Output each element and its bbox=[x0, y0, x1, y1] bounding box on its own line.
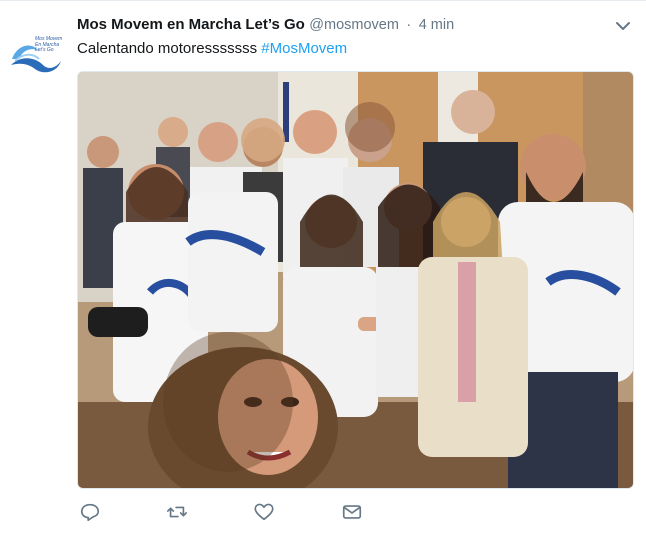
tweet-menu-button[interactable] bbox=[615, 19, 631, 31]
hashtag-link[interactable]: #MosMovem bbox=[261, 40, 347, 57]
separator-dot: · bbox=[406, 17, 412, 33]
direct-message-button[interactable] bbox=[341, 501, 365, 525]
tweet-text: Calentando motoresssssss #MosMovem bbox=[77, 40, 347, 57]
chevron-down-icon bbox=[616, 22, 630, 30]
timestamp[interactable]: 4 min bbox=[419, 17, 454, 33]
user-handle[interactable]: @mosmovem bbox=[309, 17, 399, 33]
retweet-icon bbox=[167, 506, 187, 518]
tweet-actions bbox=[77, 501, 557, 529]
tweet-header: Mos Movem en Marcha Let’s Go @mosmovem ·… bbox=[77, 16, 454, 38]
reply-button[interactable] bbox=[79, 501, 103, 525]
reply-icon bbox=[80, 503, 100, 522]
tweet-card[interactable]: Mos Movem En Marcha Let’s Go Mos Movem e… bbox=[0, 0, 646, 540]
profile-avatar[interactable]: Mos Movem En Marcha Let’s Go bbox=[9, 31, 63, 75]
tweet-body: Calentando motoresssssss bbox=[77, 40, 258, 57]
tweet-photo[interactable] bbox=[77, 71, 634, 489]
group-selfie-photo bbox=[78, 72, 633, 488]
display-name[interactable]: Mos Movem en Marcha Let’s Go bbox=[77, 16, 305, 33]
like-button[interactable] bbox=[253, 501, 277, 525]
envelope-icon bbox=[342, 505, 362, 519]
heart-icon bbox=[254, 503, 274, 521]
avatar-logo-text: Mos Movem En Marcha Let’s Go bbox=[35, 36, 63, 53]
retweet-button[interactable] bbox=[165, 501, 189, 525]
